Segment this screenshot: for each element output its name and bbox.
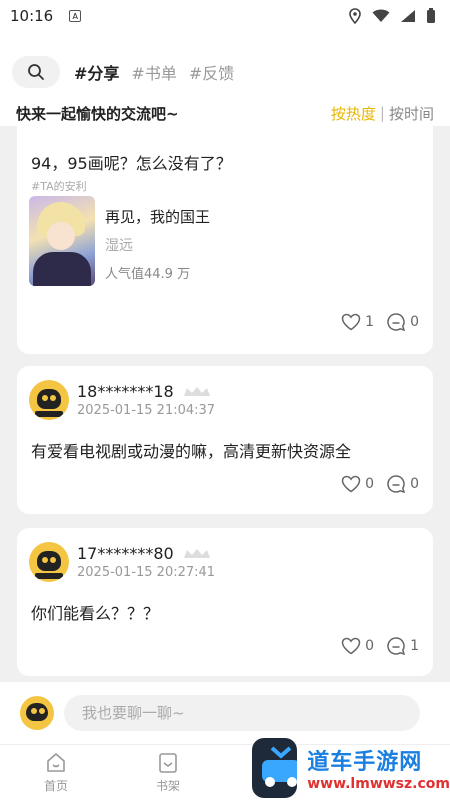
bookshelf-icon (159, 753, 177, 773)
comment-icon (387, 313, 406, 332)
book-cover-image (29, 196, 95, 286)
comment-count: 0 (410, 314, 419, 330)
heart-icon (341, 475, 361, 493)
sort-by-time-button[interactable]: 按时间 (389, 103, 434, 124)
like-button[interactable]: 0 (341, 475, 374, 493)
like-count: 0 (365, 476, 375, 492)
like-button[interactable]: 0 (341, 637, 374, 655)
watermark-url: www.lmwwsz.com (307, 776, 450, 792)
post-feed[interactable]: 94，95画呢？怎么没有了？ #TA的安利 再见，我的国王 湿远 人气值44.9… (0, 126, 450, 682)
comment-button[interactable]: 0 (386, 474, 419, 494)
vip-crown-icon (183, 386, 210, 396)
like-button[interactable]: 1 (341, 313, 374, 331)
vip-crown-icon (183, 548, 210, 558)
topic-tag[interactable]: #TA的安利 (31, 178, 87, 194)
post-text: 有爱看电视剧或动漫的嘛，高清更新快资源全 (31, 442, 352, 461)
post-actions: 1 0 (341, 312, 419, 332)
post-time: 2025-01-15 21:04:37 (77, 403, 216, 418)
comment-button[interactable]: 1 (386, 636, 419, 656)
sort-by-hot-button[interactable]: 按热度 (331, 103, 376, 124)
nav-home[interactable]: 首页 (26, 751, 86, 794)
user-name: 17*******80 (77, 544, 174, 563)
post-time: 2025-01-15 20:27:41 (77, 565, 216, 580)
post-text: 94，95画呢？怎么没有了？ (31, 154, 232, 173)
post-actions: 0 0 (341, 474, 419, 494)
post-text: 你们能看么？？？ (31, 604, 160, 623)
avatar[interactable] (29, 380, 69, 420)
status-time: 10:16 (10, 7, 54, 25)
comment-count: 0 (410, 476, 419, 492)
nav-bookshelf-label: 书架 (155, 779, 180, 793)
comment-input[interactable] (64, 695, 420, 731)
status-icons (348, 8, 436, 24)
subheader: 快来一起愉快的交流吧~ 按热度 | 按时间 (0, 100, 450, 126)
notification-app-icon: A (69, 10, 82, 22)
wifi-icon (372, 9, 390, 22)
site-watermark: 道车手游网 www.lmwwsz.com (252, 736, 450, 800)
comment-icon (387, 475, 406, 494)
page-title: 快来一起愉快的交流吧~ (16, 104, 179, 123)
like-count: 1 (365, 314, 375, 330)
location-icon (349, 8, 361, 24)
search-icon (28, 64, 44, 80)
user-name: 18*******18 (77, 382, 174, 401)
battery-icon (427, 8, 435, 23)
post-card[interactable]: 94，95画呢？怎么没有了？ #TA的安利 再见，我的国王 湿远 人气值44.9… (17, 126, 433, 354)
comment-icon (387, 637, 406, 656)
status-bar: 10:16 A (0, 0, 450, 32)
book-author: 湿远 (105, 238, 133, 254)
heart-icon (341, 637, 361, 655)
nav-home-label: 首页 (43, 779, 68, 793)
watermark-logo-icon (252, 738, 298, 798)
post-card[interactable]: 18*******18 2025-01-15 21:04:37 有爱看电视剧或动… (17, 366, 433, 514)
post-card[interactable]: 17*******80 2025-01-15 20:27:41 你们能看么？？？… (17, 528, 433, 676)
sort-divider: | (379, 104, 385, 122)
heart-icon (341, 313, 361, 331)
book-popularity: 人气值44.9 万 (105, 267, 191, 282)
avatar[interactable] (29, 542, 69, 582)
nav-bookshelf[interactable]: 书架 (138, 751, 198, 794)
tab-booklist[interactable]: #书单 (131, 60, 176, 84)
sort-toggle: 按热度 | 按时间 (331, 103, 434, 124)
signal-icon (401, 10, 415, 22)
comment-input-bar (0, 682, 450, 744)
post-actions: 0 1 (341, 636, 419, 656)
book-card[interactable]: 再见，我的国王 湿远 人气值44.9 万 (29, 196, 210, 286)
top-nav: #分享 #书单 #反馈 (12, 56, 234, 88)
watermark-title: 道车手游网 (307, 750, 423, 775)
like-count: 0 (365, 638, 375, 654)
comment-button[interactable]: 0 (386, 312, 419, 332)
tab-share[interactable]: #分享 (74, 60, 119, 84)
comment-count: 1 (410, 638, 419, 654)
my-avatar[interactable] (20, 696, 54, 730)
tab-feedback[interactable]: #反馈 (189, 60, 234, 84)
home-icon (47, 753, 65, 772)
search-button[interactable] (12, 56, 60, 88)
book-title: 再见，我的国王 (105, 208, 211, 226)
